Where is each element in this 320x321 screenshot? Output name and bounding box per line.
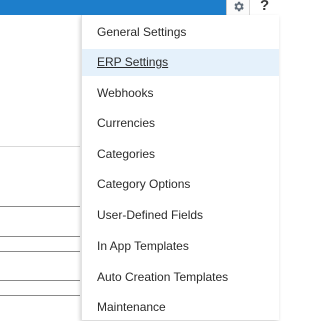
menu-item-maintenance[interactable]: Maintenance — [82, 294, 279, 321]
menu-item-currencies[interactable]: Currencies — [82, 110, 279, 137]
menu-item-label: Maintenance — [97, 300, 166, 314]
help-button[interactable]: ? — [250, 0, 279, 15]
background-field-border — [0, 295, 80, 296]
settings-dropdown-menu: General Settings ERP Settings Webhooks C… — [81, 15, 279, 320]
menu-item-in-app-templates[interactable]: In App Templates — [82, 233, 279, 260]
menu-item-label: Auto Creation Templates — [97, 270, 229, 284]
menu-item-label: Currencies — [97, 116, 156, 130]
menu-item-label: Categories — [97, 147, 156, 161]
background-field-border — [0, 280, 80, 281]
menu-item-category-options[interactable]: Category Options — [82, 171, 279, 198]
background-field-border — [0, 206, 80, 207]
gear-icon — [234, 1, 244, 12]
menu-item-general-settings[interactable]: General Settings — [82, 19, 279, 46]
menu-item-label: Category Options — [97, 177, 191, 191]
background-divider — [0, 146, 80, 147]
menu-item-webhooks[interactable]: Webhooks — [82, 80, 279, 107]
menu-item-label: Webhooks — [97, 86, 154, 100]
menu-item-erp-settings[interactable]: ERP Settings — [82, 49, 279, 76]
menu-item-label: In App Templates — [97, 239, 189, 253]
help-label: ? — [260, 0, 270, 14]
menu-item-user-defined-fields[interactable]: User-Defined Fields — [82, 202, 279, 229]
background-field-border — [0, 236, 80, 237]
menu-item-label: User-Defined Fields — [97, 208, 204, 222]
menu-item-label: General Settings — [97, 25, 187, 39]
menu-item-auto-creation-templates[interactable]: Auto Creation Templates — [82, 264, 279, 291]
settings-button[interactable] — [226, 0, 250, 15]
background-field-border — [0, 251, 80, 252]
menu-item-label: ERP Settings — [97, 55, 169, 69]
menu-item-categories[interactable]: Categories — [82, 141, 279, 168]
